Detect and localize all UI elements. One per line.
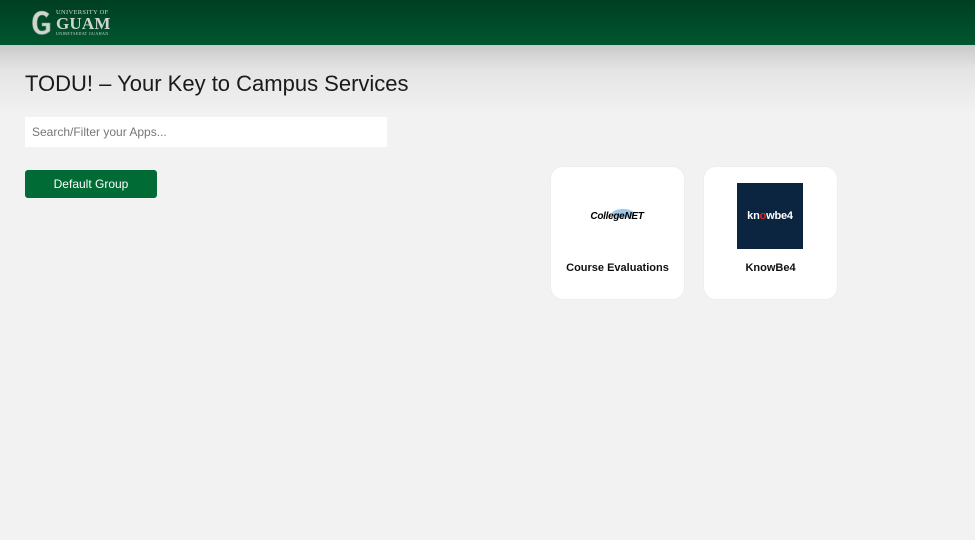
app-card-label: Course Evaluations <box>566 262 669 274</box>
collegenet-logo-icon: CollegeNET <box>590 208 644 222</box>
logo-main-text: GUAM <box>56 14 111 34</box>
university-logo[interactable]: UNIVERSITY OF GUAM UNIBETSEDAT GUAHAN <box>31 8 111 38</box>
app-card-course-evaluations[interactable]: CollegeNET Course Evaluations <box>551 167 684 299</box>
default-group-button[interactable]: Default Group <box>25 170 157 198</box>
app-card-knowbe4[interactable]: kn o wbe4 KnowBe4 <box>704 167 837 299</box>
logo-sub-text: UNIBETSEDAT GUAHAN <box>56 31 109 37</box>
search-input[interactable] <box>25 117 387 147</box>
page-title: TODU! – Your Key to Campus Services <box>25 71 409 96</box>
knowbe4-logo-icon: kn o wbe4 <box>737 183 803 249</box>
guam-g-icon <box>31 9 53 37</box>
app-card-label: KnowBe4 <box>745 262 796 274</box>
top-navigation-bar: UNIVERSITY OF GUAM UNIBETSEDAT GUAHAN <box>0 0 975 45</box>
